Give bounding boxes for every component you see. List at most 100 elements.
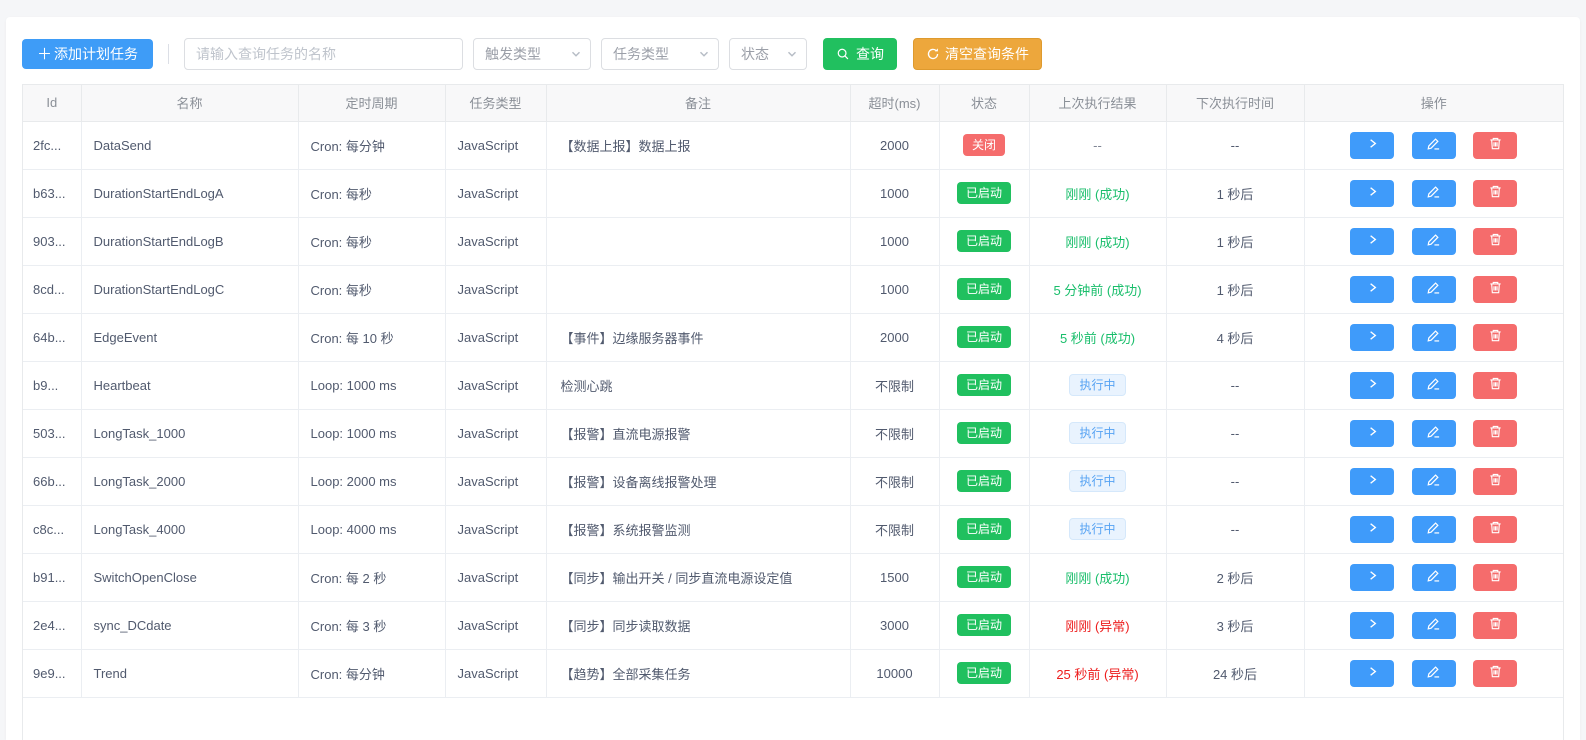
delete-task-button[interactable] [1473,132,1517,159]
cell-cycle: Cron: 每 3 秒 [298,601,445,649]
edit-task-button[interactable] [1412,468,1456,495]
trash-icon [1488,616,1503,634]
delete-task-button[interactable] [1473,372,1517,399]
status-select[interactable]: 状态 [729,38,807,70]
run-task-button[interactable] [1350,324,1394,351]
cell-note [546,265,850,313]
edit-task-button[interactable] [1412,612,1456,639]
table-row: 66b... LongTask_2000 Loop: 2000 ms JavaS… [23,457,1563,505]
delete-task-button[interactable] [1473,516,1517,543]
last-result: 5 分钟前 (成功) [1053,283,1141,298]
chevron-right-icon [1365,664,1380,682]
table-row: c8c... LongTask_4000 Loop: 4000 ms JavaS… [23,505,1563,553]
table-body: 2fc... DataSend Cron: 每分钟 JavaScript 【数据… [23,121,1563,697]
last-result: 执行中 [1069,470,1125,492]
pencil-icon [1426,328,1441,346]
trash-icon [1488,568,1503,586]
cell-name: DurationStartEndLogA [81,169,298,217]
edit-task-button[interactable] [1412,516,1456,543]
cell-name: LongTask_1000 [81,409,298,457]
run-task-button[interactable] [1350,276,1394,303]
chevron-down-icon [698,48,710,60]
chevron-right-icon [1365,472,1380,490]
cell-note: 【报警】直流电源报警 [546,409,850,457]
cell-id: 64b... [23,313,81,361]
cell-next: 3 秒后 [1166,601,1304,649]
toolbar: ＋ 添加计划任务 触发类型 任务类型 状态 查询 [6,17,1580,84]
chevron-down-icon [786,48,798,60]
cell-name: Heartbeat [81,361,298,409]
delete-task-button[interactable] [1473,420,1517,447]
run-task-button[interactable] [1350,516,1394,543]
trigger-type-select[interactable]: 触发类型 [473,38,591,70]
delete-task-button[interactable] [1473,324,1517,351]
edit-task-button[interactable] [1412,660,1456,687]
run-task-button[interactable] [1350,372,1394,399]
run-task-button[interactable] [1350,564,1394,591]
cell-type: JavaScript [445,457,546,505]
edit-task-button[interactable] [1412,228,1456,255]
edit-task-button[interactable] [1412,324,1456,351]
run-task-button[interactable] [1350,468,1394,495]
status-badge: 已启动 [957,470,1011,492]
cell-id: 503... [23,409,81,457]
pencil-icon [1426,280,1441,298]
cell-note [546,217,850,265]
edit-task-button[interactable] [1412,132,1456,159]
tasks-table: Id 名称 定时周期 任务类型 备注 超时(ms) 状态 上次执行结果 下次执行… [22,84,1564,740]
last-result: 刚刚 (异常) [1065,619,1129,634]
task-name-search-input[interactable] [184,38,463,70]
cell-note: 检测心跳 [546,361,850,409]
cell-cycle: Cron: 每分钟 [298,121,445,169]
chevron-right-icon [1365,136,1380,154]
chevron-right-icon [1365,280,1380,298]
cell-name: LongTask_2000 [81,457,298,505]
cell-timeout: 3000 [850,601,939,649]
cell-type: JavaScript [445,409,546,457]
edit-task-button[interactable] [1412,276,1456,303]
col-header-name: 名称 [81,85,298,121]
status-badge: 已启动 [957,374,1011,396]
table-row: 64b... EdgeEvent Cron: 每 10 秒 JavaScript… [23,313,1563,361]
run-task-button[interactable] [1350,420,1394,447]
cell-next: 1 秒后 [1166,169,1304,217]
col-header-id: Id [23,85,81,121]
delete-task-button[interactable] [1473,228,1517,255]
delete-task-button[interactable] [1473,468,1517,495]
cell-note: 【趋势】全部采集任务 [546,649,850,697]
content-card: ＋ 添加计划任务 触发类型 任务类型 状态 查询 [6,17,1580,740]
plus-icon: ＋ [37,47,52,62]
query-button[interactable]: 查询 [823,38,897,70]
delete-task-button[interactable] [1473,660,1517,687]
delete-task-button[interactable] [1473,276,1517,303]
add-task-button[interactable]: ＋ 添加计划任务 [22,39,153,69]
edit-task-button[interactable] [1412,372,1456,399]
last-result: 执行中 [1069,518,1125,540]
table-empty-area [23,698,1563,740]
cell-name: EdgeEvent [81,313,298,361]
pencil-icon [1426,616,1441,634]
cell-note: 【事件】边缘服务器事件 [546,313,850,361]
edit-task-button[interactable] [1412,420,1456,447]
cell-name: DataSend [81,121,298,169]
cell-next: -- [1166,121,1304,169]
cell-next: 4 秒后 [1166,313,1304,361]
delete-task-button[interactable] [1473,180,1517,207]
run-task-button[interactable] [1350,612,1394,639]
run-task-button[interactable] [1350,132,1394,159]
task-type-select[interactable]: 任务类型 [601,38,719,70]
delete-task-button[interactable] [1473,612,1517,639]
run-task-button[interactable] [1350,180,1394,207]
clear-query-button[interactable]: 清空查询条件 [913,38,1042,70]
edit-task-button[interactable] [1412,564,1456,591]
edit-task-button[interactable] [1412,180,1456,207]
run-task-button[interactable] [1350,660,1394,687]
cell-id: 8cd... [23,265,81,313]
status-badge: 已启动 [957,518,1011,540]
trash-icon [1488,376,1503,394]
run-task-button[interactable] [1350,228,1394,255]
delete-task-button[interactable] [1473,564,1517,591]
col-header-cycle: 定时周期 [298,85,445,121]
cell-cycle: Loop: 1000 ms [298,361,445,409]
cell-next: 24 秒后 [1166,649,1304,697]
